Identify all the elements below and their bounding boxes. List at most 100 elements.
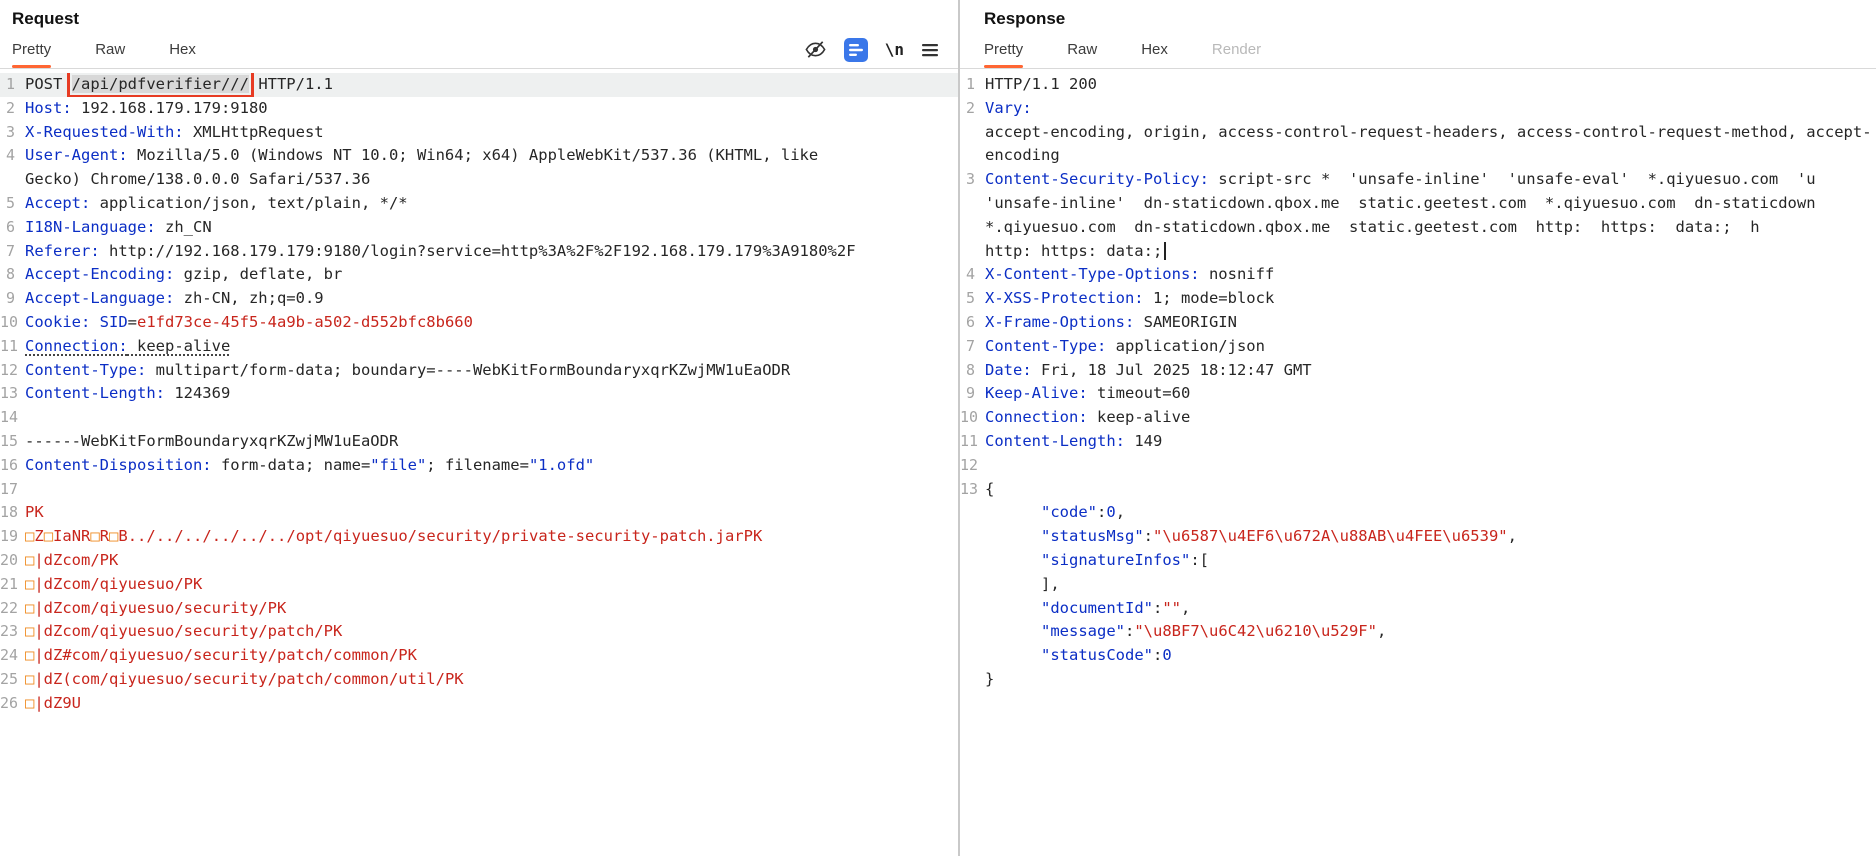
code-line: Content-Length: 124369: [25, 382, 958, 406]
line-number: 10: [960, 406, 985, 430]
code-text: gzip, deflate, br: [174, 265, 342, 283]
code-text: http: https: data:;: [985, 242, 1162, 260]
code-text: |dZ#com/qiyuesuo/security/patch/common/P…: [34, 646, 417, 664]
line-number: [960, 668, 985, 692]
code-text: "code": [1041, 503, 1097, 521]
response-code-row: "code":0,: [960, 501, 1876, 525]
code-line: Content-Type: multipart/form-data; bound…: [25, 359, 958, 383]
code-line: □|dZcom/qiyuesuo/security/PK: [25, 597, 958, 621]
menu-icon[interactable]: [920, 40, 940, 60]
response-tab-pretty[interactable]: Pretty: [984, 32, 1023, 67]
code-text: Fri, 18 Jul 2025 18:12:47 GMT: [1032, 361, 1312, 379]
response-code-row: 9Keep-Alive: timeout=60: [960, 382, 1876, 406]
request-code-row: 17: [0, 478, 958, 502]
code-text: Content-Security-Policy:: [985, 170, 1209, 188]
line-number: [960, 121, 985, 145]
code-line: Date: Fri, 18 Jul 2025 18:12:47 GMT: [985, 359, 1876, 383]
response-title: Response: [984, 9, 1876, 29]
code-line: □|dZ(com/qiyuesuo/security/patch/common/…: [25, 668, 958, 692]
code-text: http://192.168.179.179:9180/login?servic…: [100, 242, 856, 260]
line-number: [960, 501, 985, 525]
code-line: Content-Security-Policy: script-src * 'u…: [985, 168, 1876, 192]
response-code-row: 7Content-Type: application/json: [960, 335, 1876, 359]
code-line: *.qiyuesuo.com dn-staticdown.qbox.me sta…: [985, 216, 1876, 240]
code-text: IaNR: [53, 527, 90, 545]
request-tab-raw[interactable]: Raw: [95, 32, 125, 67]
code-text: Accept:: [25, 194, 90, 212]
line-number: 22: [0, 597, 25, 621]
code-line: Cookie: SID=e1fd73ce-45f5-4a9b-a502-d552…: [25, 311, 958, 335]
response-code-row: ],: [960, 573, 1876, 597]
code-text: :: [1144, 527, 1153, 545]
line-number: 14: [0, 406, 25, 430]
line-number: 4: [0, 144, 25, 168]
request-panel: Request PrettyRawHex: [0, 0, 958, 856]
response-tab-hex[interactable]: Hex: [1141, 32, 1168, 67]
line-number: 7: [960, 335, 985, 359]
code-text: □: [25, 646, 34, 664]
code-text: zh-CN, zh;q=0.9: [174, 289, 323, 307]
code-text: "\u8BF7\u6C42\u6210\u529F": [1134, 622, 1377, 640]
response-tab-raw[interactable]: Raw: [1067, 32, 1097, 67]
response-code-row: 11Content-Length: 149: [960, 430, 1876, 454]
code-text: □: [25, 551, 34, 569]
code-text: □: [44, 527, 53, 545]
response-editor[interactable]: 1HTTP/1.1 2002Vary:accept-encoding, orig…: [960, 69, 1876, 692]
request-code-row: 19□Z□IaNR□R□B../../../../../../opt/qiyue…: [0, 525, 958, 549]
visibility-off-icon[interactable]: [804, 38, 827, 61]
line-number: 4: [960, 263, 985, 287]
response-code-row: 5X-XSS-Protection: 1; mode=block: [960, 287, 1876, 311]
code-text: POST: [25, 75, 72, 93]
code-text: "message": [1041, 622, 1125, 640]
line-number: 11: [960, 430, 985, 454]
code-text: 0: [1162, 646, 1171, 664]
line-number: 12: [960, 454, 985, 478]
code-text: XMLHttpRequest: [184, 123, 324, 141]
request-editor[interactable]: 1POST /api/pdfverifier/// HTTP/1.12Host:…: [0, 69, 958, 716]
code-text: "file": [370, 456, 426, 474]
line-number: 20: [0, 549, 25, 573]
code-line: encoding: [985, 144, 1876, 168]
code-text: |dZcom/qiyuesuo/security/patch/PK: [34, 622, 342, 640]
code-text: □: [25, 527, 34, 545]
code-text: "": [1162, 599, 1181, 617]
line-number: 16: [0, 454, 25, 478]
code-line: ],: [985, 573, 1876, 597]
line-number: 12: [0, 359, 25, 383]
code-line: X-Content-Type-Options: nosniff: [985, 263, 1876, 287]
request-code-row: 21□|dZcom/qiyuesuo/PK: [0, 573, 958, 597]
code-line: 'unsafe-inline' dn-staticdown.qbox.me st…: [985, 192, 1876, 216]
line-number: 5: [960, 287, 985, 311]
response-code-row: 3Content-Security-Policy: script-src * '…: [960, 168, 1876, 192]
code-text: Date:: [985, 361, 1032, 379]
code-text: User-Agent:: [25, 146, 128, 164]
code-text: application/json: [1106, 337, 1265, 355]
request-code-row: 1POST /api/pdfverifier/// HTTP/1.1: [0, 73, 958, 97]
line-number: 23: [0, 620, 25, 644]
response-code-row: 4X-Content-Type-Options: nosniff: [960, 263, 1876, 287]
code-text: keep-alive: [128, 337, 231, 355]
response-tab-render[interactable]: Render: [1212, 32, 1261, 67]
request-code-row: 9Accept-Language: zh-CN, zh;q=0.9: [0, 287, 958, 311]
code-text: Connection:: [25, 337, 128, 355]
code-text: [985, 551, 1041, 569]
highlighted-path[interactable]: /api/pdfverifier///: [72, 75, 249, 93]
request-code-row: 7Referer: http://192.168.179.179:9180/lo…: [0, 240, 958, 264]
pretty-print-icon[interactable]: [843, 37, 869, 63]
request-code-row: 5Accept: application/json, text/plain, *…: [0, 192, 958, 216]
request-tab-pretty[interactable]: Pretty: [12, 32, 51, 67]
line-number: 6: [0, 216, 25, 240]
response-code-row: 2Vary:: [960, 97, 1876, 121]
code-text: ,: [1116, 503, 1125, 521]
line-number: 2: [960, 97, 985, 121]
request-code-row: 18PK: [0, 501, 958, 525]
code-line: "statusMsg":"\u6587\u4EF6\u672A\u88AB\u4…: [985, 525, 1876, 549]
request-tab-hex[interactable]: Hex: [169, 32, 196, 67]
code-text: :: [1153, 646, 1162, 664]
code-text: HTTP/1.1: [249, 75, 333, 93]
code-text: ------WebKitFormBoundaryxqrKZwjMW1uEaODR: [25, 432, 398, 450]
code-text: |dZcom/qiyuesuo/PK: [34, 575, 202, 593]
newline-icon[interactable]: \n: [885, 40, 904, 59]
code-text: zh_CN: [156, 218, 212, 236]
request-code-row: 4User-Agent: Mozilla/5.0 (Windows NT 10.…: [0, 144, 958, 168]
